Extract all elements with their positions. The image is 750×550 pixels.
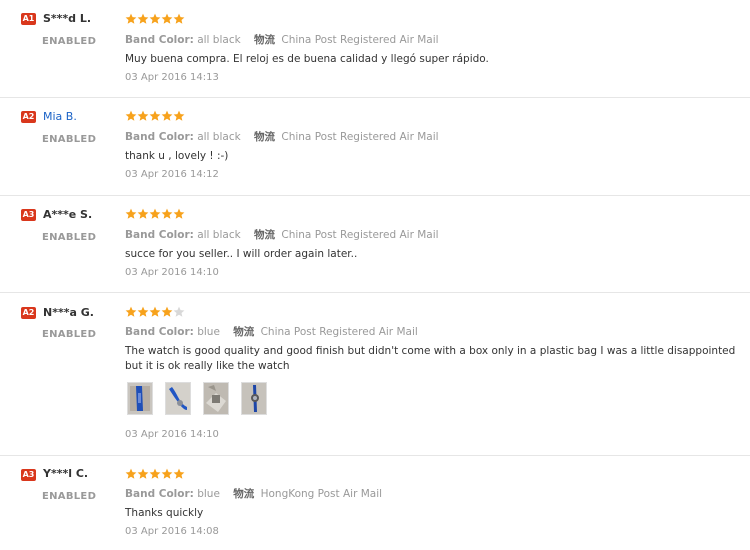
star-filled-icon xyxy=(161,110,173,121)
logistics-icon: 物流 xyxy=(254,229,276,241)
star-filled-icon xyxy=(173,13,185,24)
band-color-value: all black xyxy=(197,229,241,241)
star-filled-icon xyxy=(149,468,161,479)
star-filled-icon xyxy=(137,306,149,317)
star-filled-icon xyxy=(149,208,161,219)
buyer-level-badge: A1 xyxy=(21,13,36,25)
review-date: 03 Apr 2016 14:12 xyxy=(125,169,219,180)
band-color-label: Band Color: xyxy=(125,229,194,241)
star-rating xyxy=(125,110,185,122)
buyer-level-badge: A2 xyxy=(21,307,36,319)
buyer-level-badge: A2 xyxy=(21,111,36,123)
star-filled-icon xyxy=(173,468,185,479)
order-info: Band Color: all black 物流 China Post Regi… xyxy=(125,227,439,242)
order-info: Band Color: blue 物流 China Post Registere… xyxy=(125,324,418,339)
star-filled-icon xyxy=(137,208,149,219)
review-text: succe for you seller.. I will order agai… xyxy=(125,248,358,260)
review-photo-thumbnail[interactable] xyxy=(127,382,153,415)
band-color-label: Band Color: xyxy=(125,326,194,338)
buyer-level-badge: A3 xyxy=(21,469,36,481)
star-filled-icon xyxy=(149,306,161,317)
star-filled-icon xyxy=(137,13,149,24)
shipping-method: China Post Registered Air Mail xyxy=(260,326,418,338)
reviewer-name[interactable]: Mia B. xyxy=(43,110,77,123)
star-filled-icon xyxy=(161,306,173,317)
shipping-method: China Post Registered Air Mail xyxy=(281,34,439,46)
reviewer-status: ENABLED xyxy=(42,329,97,340)
review-date: 03 Apr 2016 14:08 xyxy=(125,526,219,537)
reviewer-status: ENABLED xyxy=(42,232,97,243)
star-filled-icon xyxy=(149,110,161,121)
star-filled-icon xyxy=(173,110,185,121)
band-color-value: blue xyxy=(197,488,220,500)
review-item: A3 A***e S. ENABLED Band Color: all blac… xyxy=(0,196,750,293)
logistics-icon: 物流 xyxy=(233,488,255,500)
logistics-icon: 物流 xyxy=(233,326,255,338)
review-text: The watch is good quality and good finis… xyxy=(125,345,736,372)
band-color-label: Band Color: xyxy=(125,488,194,500)
reviewer-name: S***d L. xyxy=(43,12,92,25)
reviewer-status: ENABLED xyxy=(42,491,97,502)
star-filled-icon xyxy=(137,468,149,479)
star-rating xyxy=(125,208,185,220)
star-filled-icon xyxy=(125,468,137,479)
logistics-icon: 物流 xyxy=(254,34,276,46)
review-item: A2 Mia B. ENABLED Band Color: all black … xyxy=(0,98,750,196)
review-date: 03 Apr 2016 14:13 xyxy=(125,72,219,83)
review-text: Thanks quickly xyxy=(125,507,204,519)
star-rating xyxy=(125,13,185,25)
reviewer-name: N***a G. xyxy=(43,306,94,319)
reviewer-name: A***e S. xyxy=(43,208,93,221)
star-filled-icon xyxy=(125,306,137,317)
star-filled-icon xyxy=(125,208,137,219)
star-filled-icon xyxy=(125,110,137,121)
review-text: thank u , lovely ! :-) xyxy=(125,150,229,162)
band-color-value: blue xyxy=(197,326,220,338)
review-photo-thumbnail[interactable] xyxy=(165,382,191,415)
star-filled-icon xyxy=(161,468,173,479)
band-color-value: all black xyxy=(197,34,241,46)
shipping-method: HongKong Post Air Mail xyxy=(260,488,383,500)
review-date: 03 Apr 2016 14:10 xyxy=(125,429,219,440)
review-photo-thumbnail[interactable] xyxy=(241,382,267,415)
star-empty-icon xyxy=(173,306,185,317)
review-photo-thumbnail[interactable] xyxy=(203,382,229,415)
order-info: Band Color: blue 物流 HongKong Post Air Ma… xyxy=(125,486,382,501)
shipping-method: China Post Registered Air Mail xyxy=(281,229,439,241)
review-photos xyxy=(127,382,267,415)
review-date: 03 Apr 2016 14:10 xyxy=(125,267,219,278)
review-item: A1 S***d L. ENABLED Band Color: all blac… xyxy=(0,0,750,98)
order-info: Band Color: all black 物流 China Post Regi… xyxy=(125,32,439,47)
review-item: A3 Y***l C. ENABLED Band Color: blue 物流 … xyxy=(0,456,750,550)
star-filled-icon xyxy=(161,208,173,219)
band-color-value: all black xyxy=(197,131,241,143)
star-filled-icon xyxy=(149,13,161,24)
star-rating xyxy=(125,468,185,480)
order-info: Band Color: all black 物流 China Post Regi… xyxy=(125,129,439,144)
star-filled-icon xyxy=(125,13,137,24)
reviewer-status: ENABLED xyxy=(42,36,97,47)
band-color-label: Band Color: xyxy=(125,131,194,143)
review-item: A2 N***a G. ENABLED Band Color: blue 物流 … xyxy=(0,293,750,456)
star-filled-icon xyxy=(161,13,173,24)
buyer-level-badge: A3 xyxy=(21,209,36,221)
star-filled-icon xyxy=(137,110,149,121)
reviewer-status: ENABLED xyxy=(42,134,97,145)
reviewer-name: Y***l C. xyxy=(43,467,89,480)
star-filled-icon xyxy=(173,208,185,219)
band-color-label: Band Color: xyxy=(125,34,194,46)
logistics-icon: 物流 xyxy=(254,131,276,143)
review-text: Muy buena compra. El reloj es de buena c… xyxy=(125,53,489,65)
shipping-method: China Post Registered Air Mail xyxy=(281,131,439,143)
star-rating xyxy=(125,306,185,318)
